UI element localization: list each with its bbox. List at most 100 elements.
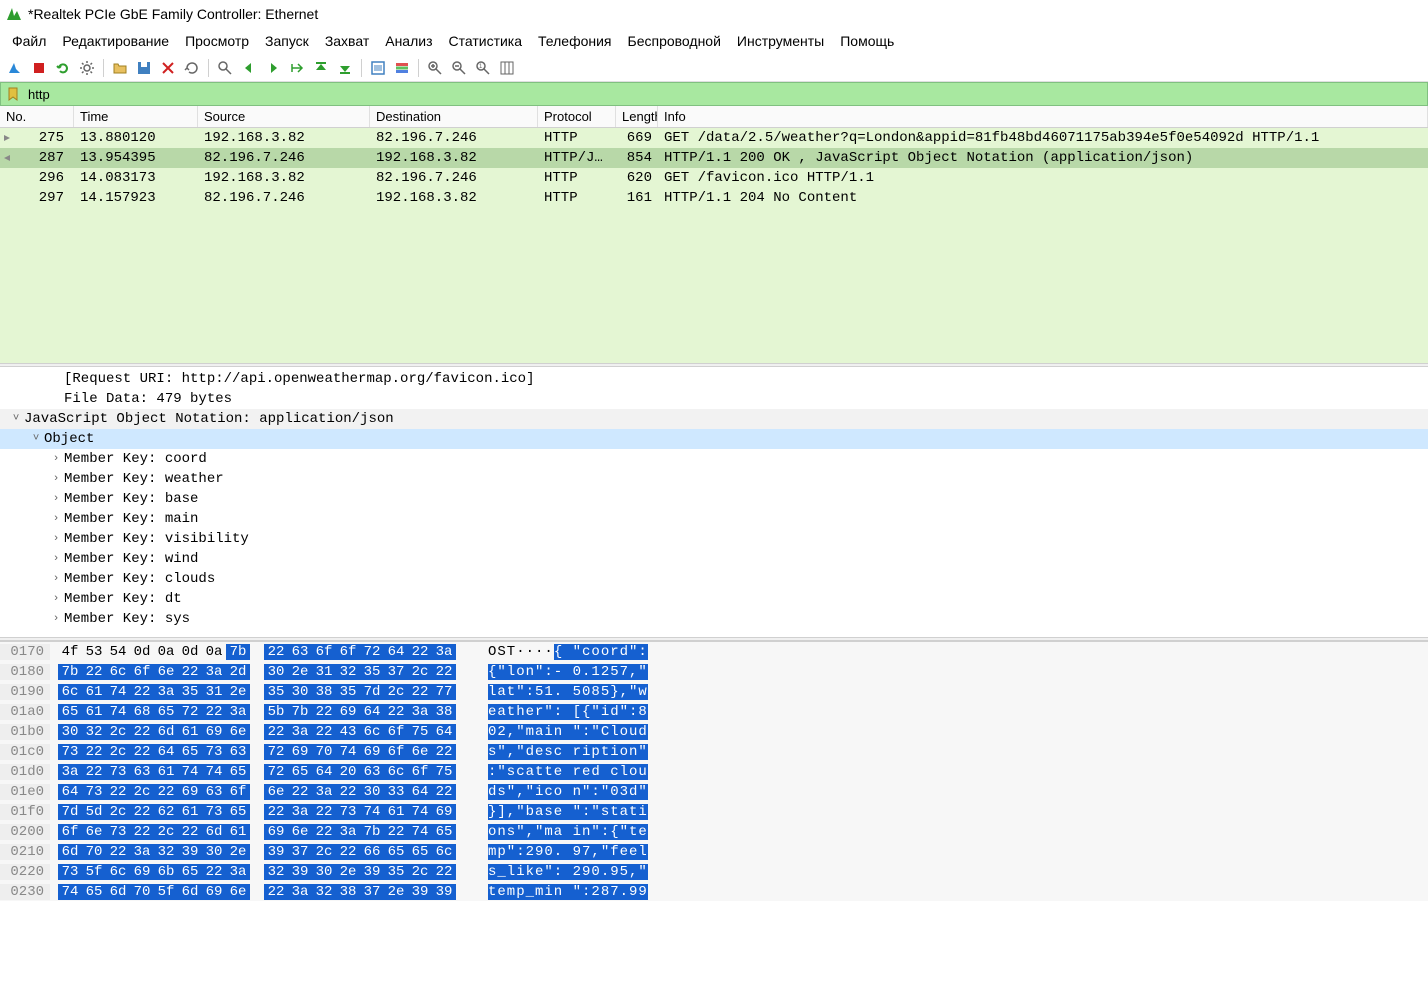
hex-row[interactable]: 01906c6174223a35312e353038357d2c2277lat"… bbox=[0, 682, 1428, 702]
hex-bytes: 6473222c2269636f6e223a2230336422 bbox=[50, 784, 470, 800]
tree-toggle-icon[interactable]: › bbox=[48, 533, 64, 545]
hex-row[interactable]: 01c073222c226465736372697074696f6e22s","… bbox=[0, 742, 1428, 762]
hex-row[interactable]: 0220735f6c696b65223a3239302e39352c22s_li… bbox=[0, 862, 1428, 882]
go-top-icon[interactable] bbox=[310, 57, 332, 79]
hex-ascii: ds","ico n":"03d" bbox=[470, 784, 648, 800]
menu-item[interactable]: Запуск bbox=[257, 30, 317, 52]
hex-row[interactable]: 01a0656174686572223a5b7b226964223a38eath… bbox=[0, 702, 1428, 722]
col-header-no[interactable]: No. bbox=[0, 106, 74, 127]
tree-toggle-icon[interactable]: › bbox=[48, 513, 64, 525]
packet-list[interactable]: 27513.880120192.168.3.8282.196.7.246HTTP… bbox=[0, 128, 1428, 363]
packet-row[interactable]: 28713.95439582.196.7.246192.168.3.82HTTP… bbox=[0, 148, 1428, 168]
menu-item[interactable]: Статистика bbox=[441, 30, 531, 52]
tree-row[interactable]: ›Member Key: wind bbox=[0, 549, 1428, 569]
tree-toggle-icon[interactable]: › bbox=[48, 613, 64, 625]
tree-row[interactable]: ›Member Key: clouds bbox=[0, 569, 1428, 589]
tree-label: Member Key: clouds bbox=[64, 571, 215, 587]
hex-offset: 0170 bbox=[0, 644, 50, 660]
tree-toggle-icon[interactable]: › bbox=[48, 453, 64, 465]
hex-row[interactable]: 01f07d5d2c2262617365223a227374617469}],"… bbox=[0, 802, 1428, 822]
tree-toggle-icon[interactable]: › bbox=[48, 573, 64, 585]
col-header-length[interactable]: Length bbox=[616, 106, 658, 127]
tree-label: Member Key: weather bbox=[64, 471, 224, 487]
shark-fin-icon[interactable] bbox=[4, 57, 26, 79]
packet-bytes-hex[interactable]: 01704f53540d0a0d0a7b22636f6f7264223aOST·… bbox=[0, 641, 1428, 901]
zoom-in-icon[interactable] bbox=[424, 57, 446, 79]
menu-item[interactable]: Помощь bbox=[832, 30, 902, 52]
hex-ascii: }],"base ":"stati bbox=[470, 804, 648, 820]
settings-gear-icon[interactable] bbox=[76, 57, 98, 79]
tree-label: Member Key: dt bbox=[64, 591, 182, 607]
tree-row[interactable]: ›Member Key: main bbox=[0, 509, 1428, 529]
hex-row[interactable]: 01704f53540d0a0d0a7b22636f6f7264223aOST·… bbox=[0, 642, 1428, 662]
hex-bytes: 7b226c6f6e223a2d302e313235372c22 bbox=[50, 664, 470, 680]
colorize-icon[interactable] bbox=[391, 57, 413, 79]
packet-details-tree[interactable]: [Request URI: http://api.openweathermap.… bbox=[0, 367, 1428, 637]
tree-row[interactable]: ›Member Key: weather bbox=[0, 469, 1428, 489]
menu-item[interactable]: Беспроводной bbox=[620, 30, 729, 52]
hex-row[interactable]: 02106d70223a3239302e39372c226665656cmp":… bbox=[0, 842, 1428, 862]
tree-row[interactable]: ›Member Key: dt bbox=[0, 589, 1428, 609]
tree-row[interactable]: ›Member Key: coord bbox=[0, 449, 1428, 469]
menu-item[interactable]: Просмотр bbox=[177, 30, 257, 52]
col-header-time[interactable]: Time bbox=[74, 106, 198, 127]
tree-label: Member Key: sys bbox=[64, 611, 190, 627]
tree-row[interactable]: File Data: 479 bytes bbox=[0, 389, 1428, 409]
display-filter-input[interactable] bbox=[25, 83, 1427, 105]
tree-row[interactable]: ˅Object bbox=[0, 429, 1428, 449]
open-icon[interactable] bbox=[109, 57, 131, 79]
zoom-out-icon[interactable] bbox=[448, 57, 470, 79]
hex-row[interactable]: 01b030322c226d61696e223a22436c6f756402,"… bbox=[0, 722, 1428, 742]
menu-item[interactable]: Анализ bbox=[377, 30, 440, 52]
arrow-left-icon[interactable] bbox=[238, 57, 260, 79]
hex-bytes: 6f6e73222c226d61696e223a7b227465 bbox=[50, 824, 470, 840]
tree-row[interactable]: ›Member Key: visibility bbox=[0, 529, 1428, 549]
jump-icon[interactable] bbox=[286, 57, 308, 79]
close-icon[interactable] bbox=[157, 57, 179, 79]
tree-toggle-icon[interactable]: ˅ bbox=[8, 413, 24, 425]
col-header-proto[interactable]: Protocol bbox=[538, 106, 616, 127]
menu-item[interactable]: Телефония bbox=[530, 30, 619, 52]
tree-toggle-icon[interactable]: › bbox=[48, 593, 64, 605]
hex-row[interactable]: 01e06473222c2269636f6e223a2230336422ds",… bbox=[0, 782, 1428, 802]
tree-row[interactable]: ˅JavaScript Object Notation: application… bbox=[0, 409, 1428, 429]
columns-icon[interactable] bbox=[496, 57, 518, 79]
zoom-reset-icon[interactable]: 1 bbox=[472, 57, 494, 79]
menu-item[interactable]: Инструменты bbox=[729, 30, 832, 52]
packet-row[interactable]: 29714.15792382.196.7.246192.168.3.82HTTP… bbox=[0, 188, 1428, 208]
menu-item[interactable]: Захват bbox=[317, 30, 377, 52]
tree-row[interactable]: ›Member Key: base bbox=[0, 489, 1428, 509]
hex-row[interactable]: 023074656d705f6d696e223a3238372e3939temp… bbox=[0, 882, 1428, 901]
packet-row[interactable]: 27513.880120192.168.3.8282.196.7.246HTTP… bbox=[0, 128, 1428, 148]
hex-ascii: eather": [{"id":8 bbox=[470, 704, 648, 720]
col-header-source[interactable]: Source bbox=[198, 106, 370, 127]
menu-item[interactable]: Файл bbox=[4, 30, 54, 52]
tree-toggle-icon[interactable]: › bbox=[48, 493, 64, 505]
bookmark-icon[interactable] bbox=[4, 85, 22, 103]
arrow-right-icon[interactable] bbox=[262, 57, 284, 79]
col-header-info[interactable]: Info bbox=[658, 106, 1428, 127]
save-icon[interactable] bbox=[133, 57, 155, 79]
hex-bytes: 3a2273636174746572656420636c6f75 bbox=[50, 764, 470, 780]
tree-row[interactable]: ›Member Key: sys bbox=[0, 609, 1428, 629]
reload-icon[interactable] bbox=[181, 57, 203, 79]
packet-row[interactable]: 29614.083173192.168.3.8282.196.7.246HTTP… bbox=[0, 168, 1428, 188]
hex-offset: 01a0 bbox=[0, 704, 50, 720]
col-header-dest[interactable]: Destination bbox=[370, 106, 538, 127]
hex-row[interactable]: 02006f6e73222c226d61696e223a7b227465ons"… bbox=[0, 822, 1428, 842]
tree-toggle-icon[interactable]: ˅ bbox=[28, 433, 44, 445]
tree-row[interactable]: [Request URI: http://api.openweathermap.… bbox=[0, 369, 1428, 389]
search-icon[interactable] bbox=[214, 57, 236, 79]
restart-icon[interactable] bbox=[52, 57, 74, 79]
hex-row[interactable]: 01d03a2273636174746572656420636c6f75:"sc… bbox=[0, 762, 1428, 782]
packet-list-header: No. Time Source Destination Protocol Len… bbox=[0, 106, 1428, 128]
cell-no: 296 bbox=[0, 170, 74, 186]
tree-toggle-icon[interactable]: › bbox=[48, 473, 64, 485]
toolbar-separator bbox=[361, 59, 362, 77]
tree-toggle-icon[interactable]: › bbox=[48, 553, 64, 565]
hex-row[interactable]: 01807b226c6f6e223a2d302e313235372c22{"lo… bbox=[0, 662, 1428, 682]
go-bottom-icon[interactable] bbox=[334, 57, 356, 79]
menu-item[interactable]: Редактирование bbox=[54, 30, 177, 52]
stop-icon[interactable] bbox=[28, 57, 50, 79]
auto-scroll-icon[interactable] bbox=[367, 57, 389, 79]
